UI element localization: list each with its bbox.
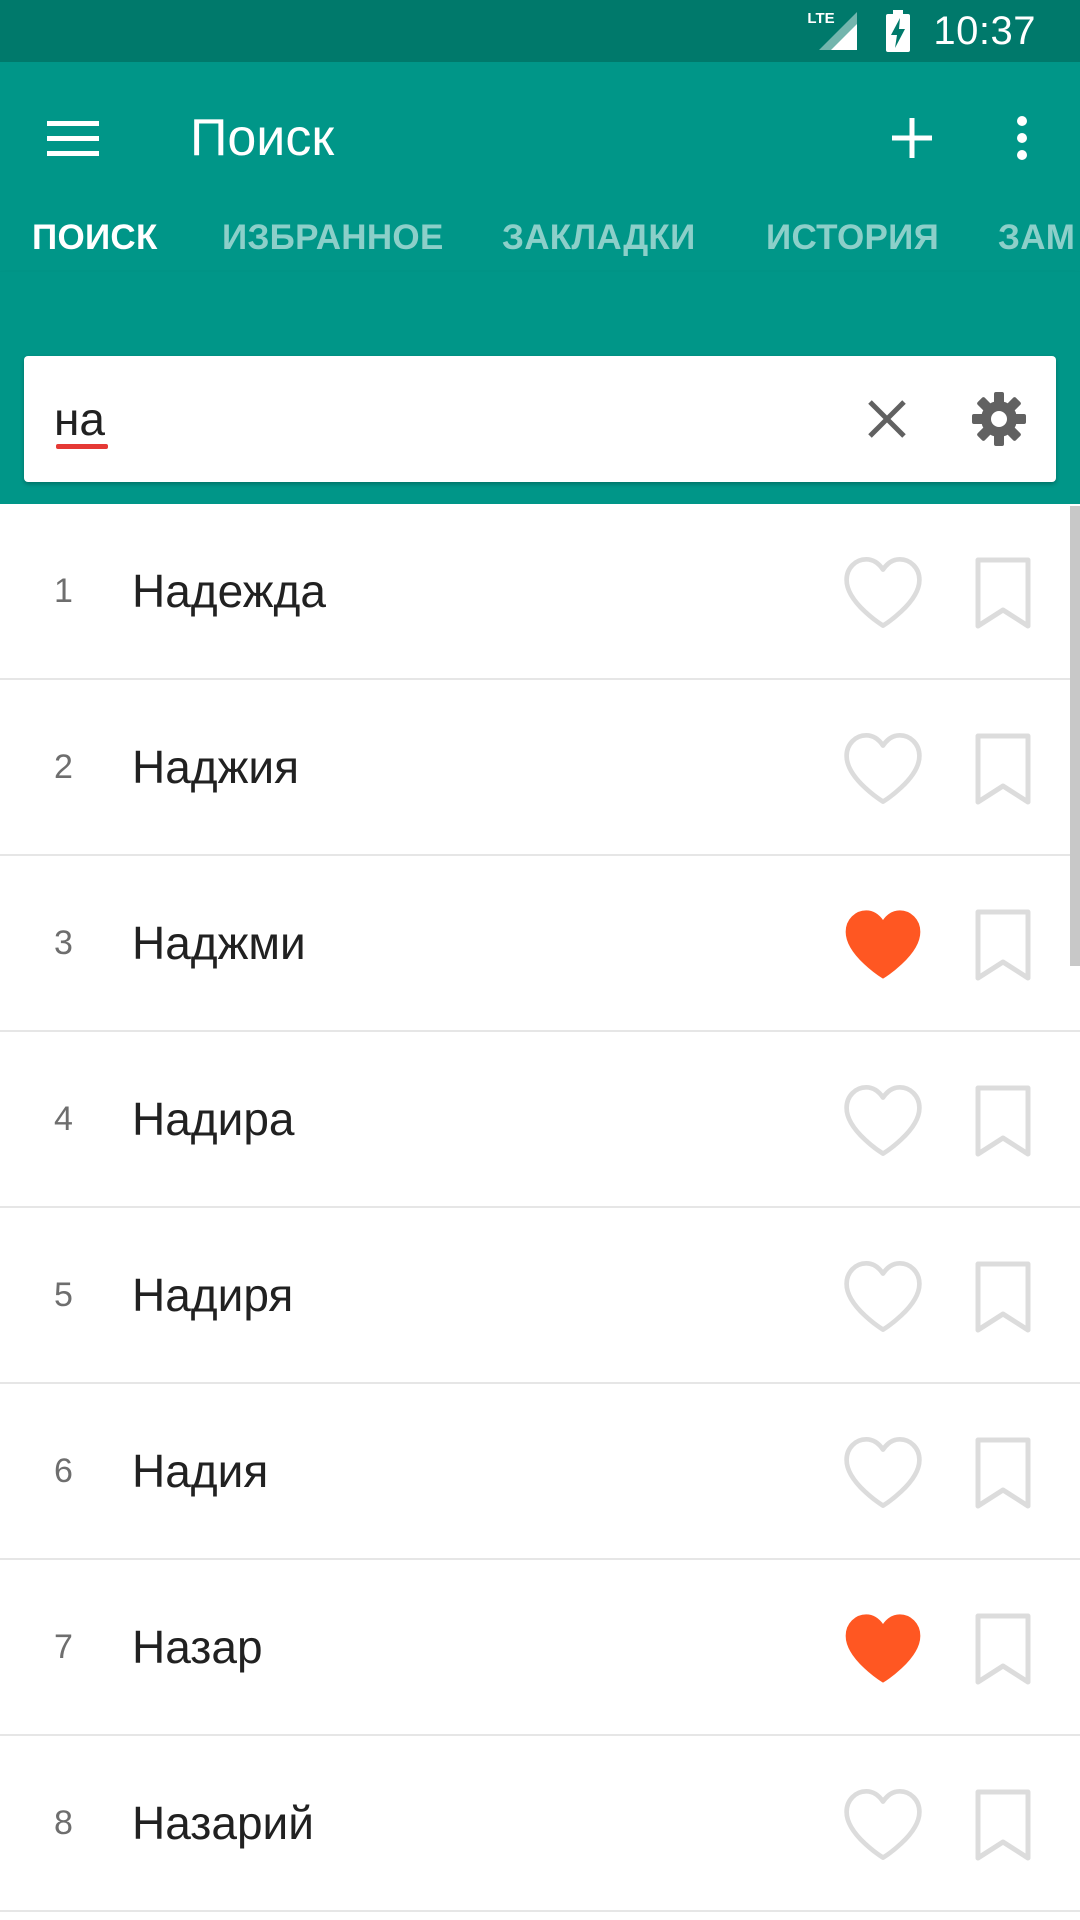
signal-icon [819, 12, 858, 50]
bookmark-outline-icon [975, 1789, 1031, 1861]
favorite-button[interactable] [838, 1608, 928, 1688]
favorite-button[interactable] [838, 728, 928, 808]
add-button[interactable] [876, 102, 948, 174]
bookmark-outline-icon [975, 909, 1031, 981]
favorite-button[interactable] [838, 1256, 928, 1336]
spellcheck-underline [56, 444, 108, 449]
gear-icon [972, 392, 1026, 446]
bookmark-button[interactable] [968, 1434, 1038, 1512]
favorite-button[interactable] [838, 1432, 928, 1512]
item-name: Назарий [132, 1797, 314, 1849]
item-name: Надира [132, 1093, 295, 1145]
heart-outline-icon [844, 556, 922, 628]
app-bar: Поиск ПОИСК ИЗБРАННОЕ ЗАКЛАДКИ ИСТОРИЯ З… [0, 62, 1080, 272]
bookmark-outline-icon [975, 557, 1031, 629]
item-number: 3 [54, 924, 73, 962]
tab-notes[interactable]: ЗАМ [998, 214, 1075, 272]
favorite-button[interactable] [838, 904, 928, 984]
bookmark-button[interactable] [968, 730, 1038, 808]
bookmark-outline-icon [975, 1261, 1031, 1333]
tab-search[interactable]: ПОИСК [32, 214, 158, 272]
item-number: 5 [54, 1276, 73, 1314]
item-number: 2 [54, 748, 73, 786]
scrollbar[interactable] [1070, 506, 1080, 966]
clear-search-button[interactable] [854, 386, 920, 452]
item-number: 8 [54, 1804, 73, 1842]
page-title: Поиск [190, 109, 335, 167]
heart-filled-icon [845, 1614, 921, 1683]
list-item[interactable]: 1 Надежда [0, 504, 1080, 680]
item-number: 7 [54, 1628, 73, 1666]
list-item[interactable]: 2 Наджия [0, 680, 1080, 856]
search-input[interactable] [54, 382, 814, 456]
tab-favorites[interactable]: ИЗБРАННОЕ [222, 214, 444, 272]
item-name: Наджми [132, 917, 306, 969]
status-bar: LTE 10:37 [0, 0, 1080, 62]
close-icon [868, 400, 906, 438]
bookmark-outline-icon [975, 1613, 1031, 1685]
heart-outline-icon [844, 1261, 922, 1332]
item-name: Надежда [132, 565, 326, 617]
list-item[interactable]: 7 Назар [0, 1560, 1080, 1736]
favorite-button[interactable] [838, 1784, 928, 1864]
results-list: 1 Надежда 2 Наджия 3 Наджми 4 Надира 5 Надиря 6 Над… [0, 504, 1080, 1920]
heart-outline-icon [844, 732, 922, 804]
item-number: 1 [54, 572, 73, 610]
toolbar: Поиск [0, 62, 1080, 214]
search-settings-button[interactable] [964, 384, 1034, 454]
item-name: Надия [132, 1445, 269, 1497]
battery-indicator [885, 10, 911, 52]
heart-outline-icon [844, 1085, 922, 1156]
menu-icon [47, 121, 99, 156]
tab-bar: ПОИСК ИЗБРАННОЕ ЗАКЛАДКИ ИСТОРИЯ ЗАМ [0, 214, 1080, 272]
item-number: 6 [54, 1452, 73, 1490]
item-name: Надиря [132, 1269, 294, 1321]
favorite-button[interactable] [838, 552, 928, 632]
heart-filled-icon [845, 910, 921, 979]
bookmark-button[interactable] [968, 1082, 1038, 1160]
item-name: Назар [132, 1621, 263, 1673]
list-item[interactable]: 4 Надира [0, 1032, 1080, 1208]
bookmark-outline-icon [975, 1437, 1031, 1509]
list-item[interactable]: 3 Наджми [0, 856, 1080, 1032]
favorite-button[interactable] [838, 1080, 928, 1160]
list-item[interactable]: 5 Надиря [0, 1208, 1080, 1384]
heart-outline-icon [844, 1437, 922, 1508]
heart-outline-icon [844, 1789, 922, 1860]
bookmark-button[interactable] [968, 554, 1038, 632]
tab-bookmarks[interactable]: ЗАКЛАДКИ [502, 214, 696, 272]
signal-indicator: LTE [807, 10, 863, 52]
bookmark-outline-icon [975, 733, 1031, 805]
search-band [0, 272, 1080, 504]
bookmark-button[interactable] [968, 1258, 1038, 1336]
bookmark-button[interactable] [968, 1786, 1038, 1864]
more-options-button[interactable] [986, 102, 1058, 174]
bookmark-button[interactable] [968, 906, 1038, 984]
search-card [24, 356, 1056, 482]
bookmark-outline-icon [975, 1085, 1031, 1157]
list-item[interactable]: 8 Назарий [0, 1736, 1080, 1912]
more-vert-icon [1017, 116, 1027, 160]
item-number: 4 [54, 1100, 73, 1138]
list-item[interactable]: 6 Надия [0, 1384, 1080, 1560]
battery-charging-icon [886, 10, 911, 52]
bookmark-button[interactable] [968, 1610, 1038, 1688]
item-name: Наджия [132, 741, 300, 793]
menu-button[interactable] [38, 104, 108, 174]
status-time: 10:37 [933, 8, 1036, 53]
add-icon [892, 118, 932, 158]
tab-history[interactable]: ИСТОРИЯ [766, 214, 939, 272]
